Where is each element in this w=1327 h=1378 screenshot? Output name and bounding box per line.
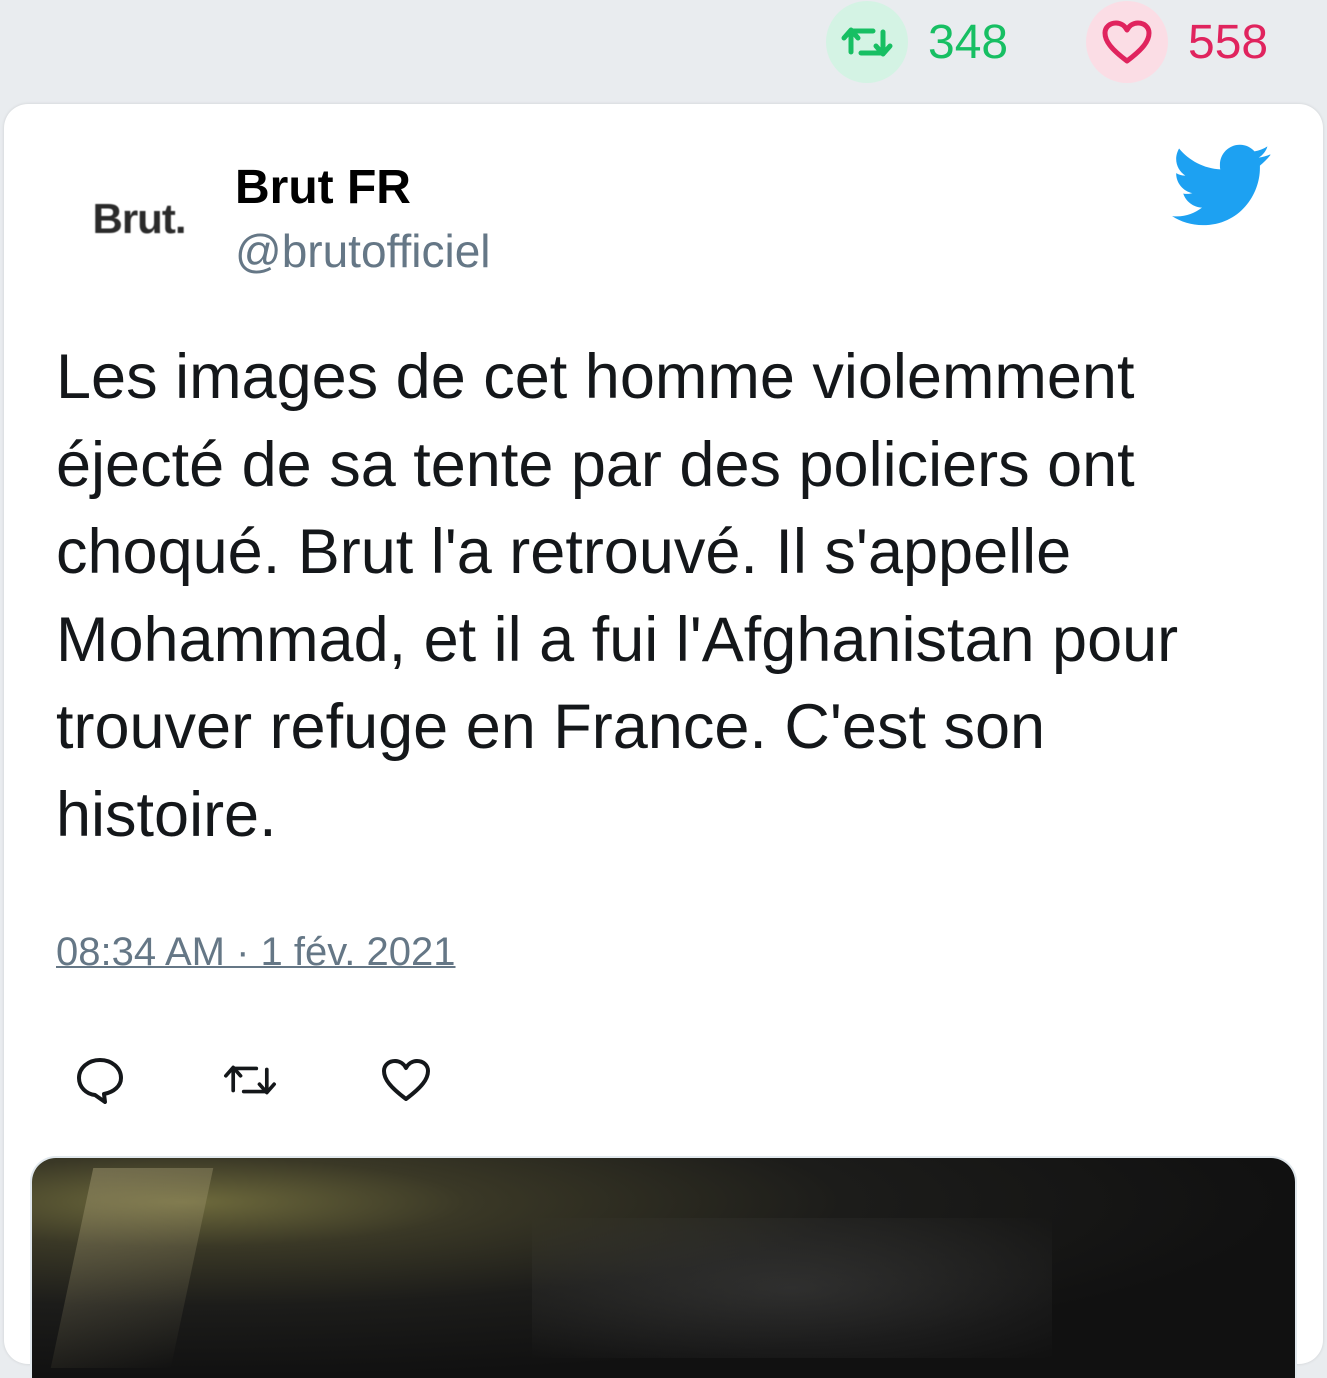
media-highlight	[50, 1168, 214, 1368]
tweet-timestamp[interactable]: 08:34 AM · 1 fév. 2021	[56, 930, 456, 975]
avatar[interactable]: Brut.	[74, 164, 204, 274]
tweet-text: Les images de cet homme violemment éject…	[56, 342, 1179, 850]
retweet-stat[interactable]: 348	[826, 0, 1008, 84]
heart-icon	[1102, 20, 1152, 64]
like-button[interactable]	[376, 1052, 436, 1108]
tweet-media[interactable]	[32, 1158, 1295, 1378]
engagement-bar: 348 558	[0, 0, 1327, 100]
reply-icon	[77, 1058, 123, 1104]
retweet-icon	[224, 1065, 276, 1095]
retweet-count: 348	[928, 15, 1009, 69]
avatar-logo-text: Brut.	[92, 195, 187, 242]
retweet-icon	[841, 27, 893, 57]
like-count: 558	[1188, 15, 1269, 69]
reply-button[interactable]	[70, 1052, 130, 1108]
media-glow	[532, 1218, 1052, 1358]
retweet-icon-circle[interactable]	[826, 1, 908, 83]
twitter-bird-icon[interactable]	[1172, 144, 1272, 228]
heart-icon	[382, 1059, 430, 1101]
display-name[interactable]: Brut FR	[235, 160, 411, 215]
tweet-card: Brut. Brut FR @brutofficiel Les images d…	[4, 104, 1323, 1378]
retweet-button[interactable]	[220, 1052, 280, 1108]
user-handle[interactable]: @brutofficiel	[235, 224, 491, 278]
like-stat[interactable]: 558	[1086, 0, 1268, 84]
like-icon-circle[interactable]	[1086, 1, 1168, 83]
